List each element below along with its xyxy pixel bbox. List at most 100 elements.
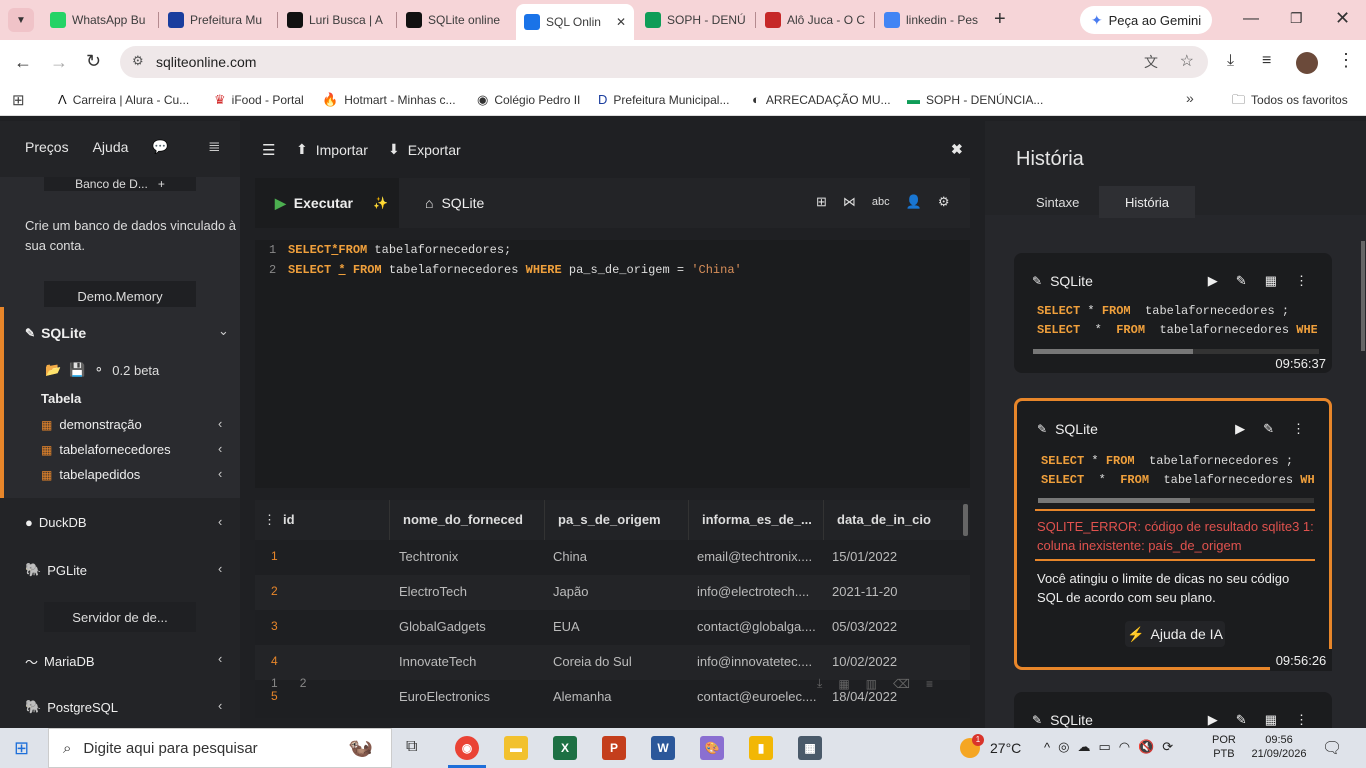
table-row[interactable]: 2 ElectroTech Japão info@electrotech.... 202…: [255, 575, 970, 610]
browser-tab[interactable]: linkedin - Pes: [876, 6, 986, 34]
page-number[interactable]: 1: [271, 676, 278, 690]
reload-icon[interactable]: ↻: [86, 51, 101, 72]
table-cell[interactable]: EUA: [553, 619, 580, 634]
powerpoint-icon[interactable]: P: [602, 736, 626, 760]
tab-syntax[interactable]: Sintaxe: [1036, 195, 1079, 210]
table-row[interactable]: 1 Techtronix China email@techtronix.... 15/0…: [255, 540, 970, 575]
table-cell[interactable]: contact@euroelec....: [697, 689, 816, 704]
close-window-icon[interactable]: ✕: [1335, 8, 1350, 29]
chevron-left-icon[interactable]: ‹: [218, 698, 222, 713]
column-header[interactable]: data_de_in_cio: [837, 512, 931, 527]
paint-icon[interactable]: 🎨: [700, 736, 724, 760]
browser-tab[interactable]: Prefeitura Mu: [160, 6, 270, 34]
edit-icon[interactable]: ✎: [1263, 421, 1274, 437]
table-cell[interactable]: Alemanha: [553, 689, 612, 704]
back-icon[interactable]: ←: [14, 52, 32, 73]
tab-sqlite[interactable]: ⌂ SQLite: [399, 178, 511, 228]
media-icon[interactable]: ≡: [1262, 52, 1271, 70]
close-tab-icon[interactable]: ✕: [616, 15, 626, 29]
code-editor[interactable]: 12 SELECT*FROM tabelafornecedores; SELECT…: [255, 240, 970, 488]
history-scrollbar-track[interactable]: [1038, 498, 1314, 503]
table-cell[interactable]: EuroElectronics: [399, 689, 490, 704]
column-header[interactable]: nome_do_forneced: [403, 512, 523, 527]
restore-icon[interactable]: ❐: [1290, 10, 1303, 27]
table-row[interactable]: 3 GlobalGadgets EUA contact@globalga.... 05/…: [255, 610, 970, 645]
vertical-scrollbar[interactable]: [963, 504, 968, 536]
sync-icon[interactable]: ⟳: [1162, 739, 1173, 755]
grid-icon[interactable]: ▦: [1265, 273, 1277, 289]
ai-help-button[interactable]: ⚡ Ajuda de IA: [1125, 621, 1225, 647]
edit-icon[interactable]: ✎: [1236, 273, 1247, 289]
more-icon[interactable]: ⋮: [1295, 712, 1308, 728]
column-header[interactable]: pa_s_de_origem: [558, 512, 661, 527]
add-tab-icon[interactable]: ⊞: [816, 194, 827, 210]
taskbar-search[interactable]: ⌕ Digite aqui para pesquisar 🦦: [48, 728, 392, 768]
table-cell[interactable]: 5: [271, 689, 278, 703]
spellcheck-icon[interactable]: abc: [872, 196, 890, 208]
share-icon[interactable]: ⋈: [843, 194, 856, 210]
column-header[interactable]: id: [283, 512, 295, 527]
table-cell[interactable]: 10/02/2022: [832, 654, 897, 669]
database-icon[interactable]: ≣: [208, 137, 221, 155]
gemini-button[interactable]: ✦ Peça ao Gemini: [1080, 6, 1212, 34]
download-icon[interactable]: ⤓: [817, 676, 822, 691]
user-icon[interactable]: 👤: [906, 194, 922, 210]
table-cell[interactable]: 4: [271, 654, 278, 668]
tab-history[interactable]: História: [1099, 186, 1195, 218]
mariadb-item[interactable]: 〜 MariaDB: [25, 652, 95, 671]
powerbi-icon[interactable]: ▮: [749, 736, 773, 760]
add-icon[interactable]: +: [158, 177, 165, 191]
site-info-icon[interactable]: ⚙: [132, 53, 144, 69]
forward-icon[interactable]: →: [50, 52, 68, 73]
postgresql-item[interactable]: 🐘 PostgreSQL: [25, 699, 118, 715]
menu-icon[interactable]: ≡: [926, 677, 933, 691]
tab-search-button[interactable]: ▼: [8, 8, 34, 32]
word-icon[interactable]: W: [651, 736, 675, 760]
close-icon[interactable]: ✖: [951, 141, 963, 158]
table-cell[interactable]: GlobalGadgets: [399, 619, 486, 634]
download-icon[interactable]: ⤓: [1227, 52, 1234, 70]
grid-icon[interactable]: ▦: [1265, 712, 1277, 728]
schema-icon[interactable]: ⚬: [93, 362, 104, 378]
table-cell[interactable]: email@techtronix....: [697, 549, 812, 564]
play-icon[interactable]: ▶: [1235, 421, 1245, 437]
all-favorites[interactable]: 🗀 Todos os favoritos: [1232, 92, 1348, 108]
volume-mute-icon[interactable]: 🔇: [1138, 739, 1154, 755]
chat-icon[interactable]: 💬: [152, 139, 168, 155]
page-number[interactable]: 2: [300, 676, 307, 690]
row-menu-icon[interactable]: ⋮: [263, 512, 276, 528]
battery-icon[interactable]: ▭: [1098, 739, 1110, 755]
excel-icon[interactable]: X: [553, 736, 577, 760]
hamburger-icon[interactable]: ☰: [262, 141, 275, 159]
table-cell[interactable]: 2021-11-20: [832, 584, 898, 599]
table-cell[interactable]: 15/01/2022: [832, 549, 897, 564]
import-button[interactable]: ⬆ Importar: [296, 141, 368, 158]
explorer-icon[interactable]: ▬: [504, 736, 528, 760]
chart-icon[interactable]: ▥: [866, 677, 877, 691]
task-view-icon[interactable]: ⧉: [406, 738, 417, 756]
notification-icon[interactable]: 🗨: [1322, 738, 1342, 758]
apps-icon[interactable]: ⊞: [12, 91, 25, 109]
table-cell[interactable]: 1: [271, 549, 278, 563]
table-item[interactable]: ▦ tabelafornecedores: [41, 442, 171, 457]
chevron-left-icon[interactable]: ‹: [218, 561, 222, 576]
eraser-icon[interactable]: ⌫: [893, 677, 910, 691]
cloud-off-icon[interactable]: ☁: [1077, 739, 1090, 755]
pglite-item[interactable]: 🐘 PGLite: [25, 562, 87, 578]
camera-icon[interactable]: ◎: [1058, 739, 1069, 755]
more-bookmarks-icon[interactable]: »: [1186, 90, 1194, 106]
bookmark-item[interactable]: ◉ Colégio Pedro II: [477, 92, 580, 108]
lang-secondary[interactable]: PTB: [1212, 747, 1236, 761]
history-scrollbar[interactable]: [1361, 241, 1365, 351]
table-cell[interactable]: Japão: [553, 584, 588, 599]
browser-tab[interactable]: SOPH - DENÚ: [637, 6, 747, 34]
chrome-icon[interactable]: ◉: [455, 736, 479, 760]
history-scrollbar-thumb[interactable]: [1038, 498, 1190, 503]
table-cell[interactable]: InnovateTech: [399, 654, 476, 669]
table-cell[interactable]: ElectroTech: [399, 584, 467, 599]
browser-tab[interactable]: SQL Onlin ✕: [516, 4, 634, 40]
table-cell[interactable]: 05/03/2022: [832, 619, 897, 634]
minimize-icon[interactable]: —: [1243, 10, 1259, 28]
table-cell[interactable]: info@innovatetec....: [697, 654, 812, 669]
chevron-down-icon[interactable]: ⌄: [218, 323, 229, 339]
